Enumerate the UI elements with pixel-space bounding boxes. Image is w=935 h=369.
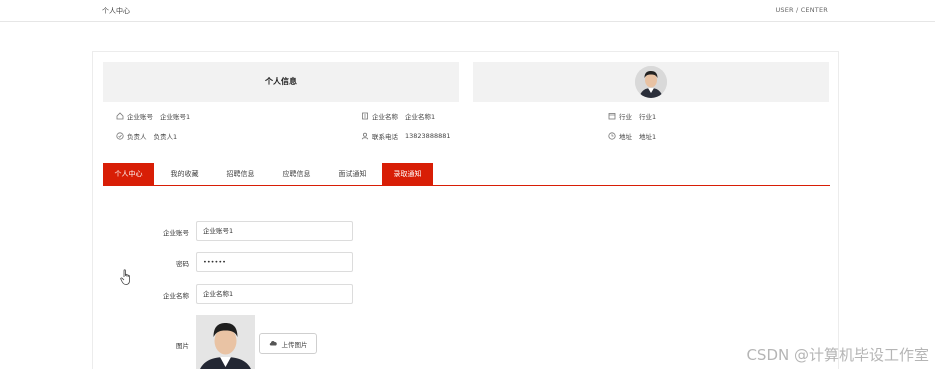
building-icon bbox=[361, 112, 369, 120]
info-address-value: 地址1 bbox=[639, 133, 657, 141]
home-icon bbox=[116, 112, 124, 120]
watermark: CSDN @计算机毕设工作室 bbox=[746, 346, 929, 364]
hand-cursor-icon bbox=[120, 268, 134, 286]
info-phone-label: 联系电话 bbox=[372, 133, 398, 141]
company-input[interactable]: 企业名称1 bbox=[196, 284, 353, 304]
info-phone-value: 13823888881 bbox=[405, 132, 451, 140]
info-contact: 负责人 负责人1 bbox=[116, 131, 177, 141]
info-company: 企业名称 企业名称1 bbox=[361, 111, 435, 121]
info-phone: 联系电话 13823888881 bbox=[361, 131, 451, 141]
info-title: 个人信息 bbox=[265, 77, 297, 86]
info-account: 企业账号 企业账号1 bbox=[116, 111, 190, 121]
info-account-value: 企业账号1 bbox=[160, 113, 191, 121]
upload-image-label: 上传图片 bbox=[281, 340, 308, 349]
image-field-label: 图片 bbox=[176, 342, 189, 350]
cloud-upload-icon bbox=[269, 339, 278, 348]
clock-icon bbox=[608, 132, 616, 140]
avatar-header bbox=[473, 62, 829, 102]
info-company-value: 企业名称1 bbox=[405, 113, 436, 121]
profile-photo bbox=[196, 315, 255, 369]
info-industry-value: 行业1 bbox=[639, 113, 657, 121]
user-circle-icon bbox=[116, 132, 124, 140]
upload-image-button[interactable]: 上传图片 bbox=[259, 333, 317, 354]
tab-interview-notices[interactable]: 面试通知 bbox=[327, 163, 378, 185]
tab-favorites[interactable]: 我的收藏 bbox=[159, 163, 210, 185]
tab-applications[interactable]: 应聘信息 bbox=[271, 163, 322, 185]
info-address: 地址 地址1 bbox=[608, 131, 656, 141]
info-contact-label: 负责人 bbox=[127, 133, 147, 141]
page-title: 个人中心 bbox=[102, 7, 130, 15]
person-icon bbox=[361, 132, 369, 140]
account-field-label: 企业账号 bbox=[163, 229, 189, 237]
info-industry-label: 行业 bbox=[619, 113, 632, 121]
top-bar: 个人中心 USER / CENTER bbox=[0, 0, 935, 22]
tab-bar: 个人中心 我的收藏 招聘信息 应聘信息 面试通知 录取通知 bbox=[103, 163, 830, 186]
info-header: 个人信息 bbox=[103, 62, 459, 102]
avatar bbox=[635, 66, 667, 98]
tab-personal-center[interactable]: 个人中心 bbox=[103, 163, 154, 185]
calendar-icon bbox=[608, 112, 616, 120]
breadcrumb: USER / CENTER bbox=[775, 6, 828, 14]
info-address-label: 地址 bbox=[619, 133, 632, 141]
info-account-label: 企业账号 bbox=[127, 113, 153, 121]
tab-job-postings[interactable]: 招聘信息 bbox=[215, 163, 266, 185]
password-input[interactable]: •••••• bbox=[196, 252, 353, 272]
password-field-label: 密码 bbox=[176, 260, 189, 268]
tab-offer-notices[interactable]: 录取通知 bbox=[382, 163, 433, 185]
company-field-label: 企业名称 bbox=[163, 292, 189, 300]
account-input[interactable]: 企业账号1 bbox=[196, 221, 353, 241]
info-company-label: 企业名称 bbox=[372, 113, 398, 121]
info-industry: 行业 行业1 bbox=[608, 111, 656, 121]
info-contact-value: 负责人1 bbox=[153, 133, 178, 141]
